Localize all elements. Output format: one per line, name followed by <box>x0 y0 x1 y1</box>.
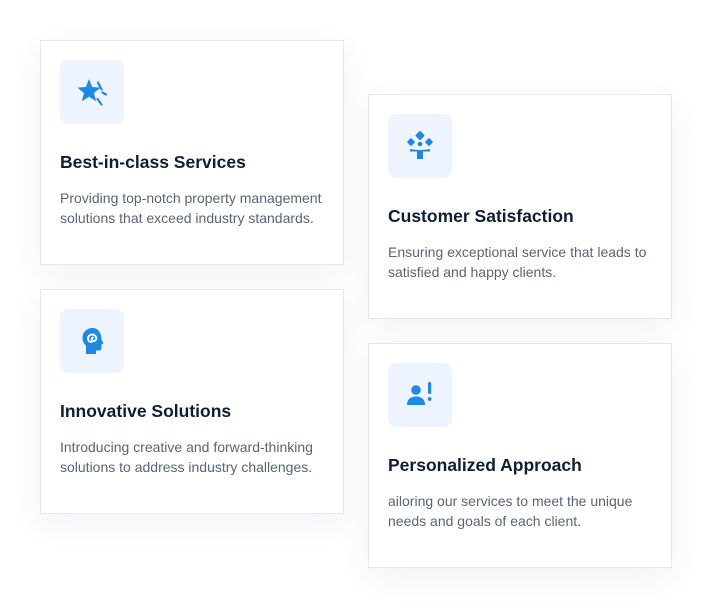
feature-description: Ensuring exceptional service that leads … <box>388 244 647 280</box>
feature-card-customer-satisfaction: Customer Satisfaction Ensuring exception… <box>368 94 672 319</box>
feature-icon-box <box>388 114 452 178</box>
feature-title: Innovative Solutions <box>60 401 232 421</box>
feature-description: ailoring our services to meet the unique… <box>388 493 633 529</box>
feature-grid: Best-in-class Services Providing top-not… <box>0 0 712 608</box>
feature-description: Introducing creative and forward-thinkin… <box>60 439 313 475</box>
feature-description: Providing top-notch property management … <box>60 190 322 226</box>
satisfaction-icon <box>407 131 433 159</box>
idea-head-icon <box>82 328 104 354</box>
feature-icon-box <box>60 60 124 124</box>
feature-title: Personalized Approach <box>388 455 582 475</box>
feature-icon-box <box>60 309 124 373</box>
feature-card-best-in-class: Best-in-class Services Providing top-not… <box>40 40 344 265</box>
feature-icon-box <box>388 363 452 427</box>
feature-card-personalized-approach: Personalized Approach ailoring our servi… <box>368 343 672 568</box>
feature-card-innovative-solutions: Innovative Solutions Introducing creativ… <box>40 289 344 514</box>
feature-title: Customer Satisfaction <box>388 206 574 226</box>
feature-title: Best-in-class Services <box>60 152 246 172</box>
star-icon <box>77 79 108 106</box>
person-alert-icon <box>407 382 432 405</box>
